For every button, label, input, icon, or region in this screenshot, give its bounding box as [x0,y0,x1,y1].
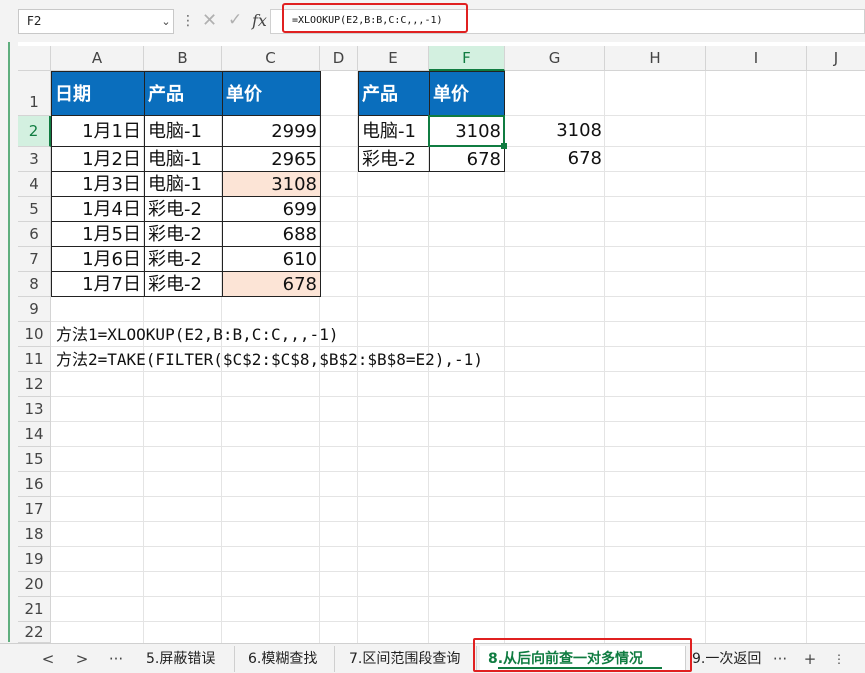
column-header-a[interactable]: A [51,46,144,71]
gridline [51,496,865,497]
column-header-j[interactable]: J [807,46,865,71]
gridline [51,471,865,472]
header-cell-price[interactable]: 单价 [222,71,321,116]
cell-g2[interactable]: 3108 [505,115,605,147]
row-header-13[interactable]: 13 [18,397,51,422]
column-header-e[interactable]: E [358,46,429,71]
prev-sheet-icon[interactable]: < [38,648,58,670]
cell-a4[interactable]: 1月3日 [51,171,145,197]
cell-c5[interactable]: 699 [222,196,321,222]
tab-menu-icon[interactable]: ⋮ [832,648,846,670]
name-box[interactable]: F2 [18,9,174,34]
active-cell-outline[interactable] [428,115,505,147]
row-header-10[interactable]: 10 [18,322,51,347]
cell-c3[interactable]: 2965 [222,146,321,172]
note-method-2[interactable]: 方法2=TAKE(FILTER($C$2:$C$8,$B$2:$B$8=E2),… [56,347,483,372]
gridline [51,621,865,622]
more-vertical-icon[interactable]: ⋮ [181,9,195,34]
cell-g3[interactable]: 678 [505,146,605,172]
cell-b4[interactable]: 电脑-1 [144,171,223,197]
gridline [51,596,865,597]
gridline [51,546,865,547]
select-all-corner[interactable] [18,46,51,71]
cell-a8[interactable]: 1月7日 [51,271,145,297]
row-header-16[interactable]: 16 [18,472,51,497]
next-sheet-icon[interactable]: > [72,648,92,670]
cell-b3[interactable]: 电脑-1 [144,146,223,172]
row-header-15[interactable]: 15 [18,447,51,472]
cell-a2[interactable]: 1月1日 [51,115,145,147]
cell-b5[interactable]: 彩电-2 [144,196,223,222]
header-cell-f1[interactable]: 单价 [429,71,505,116]
left-accent-line [8,42,10,642]
row-header-3[interactable]: 3 [18,147,51,172]
cell-c8-highlighted[interactable]: 678 [222,271,321,297]
row-header-5[interactable]: 5 [18,197,51,222]
cell-c4-highlighted[interactable]: 3108 [222,171,321,197]
cell-c7[interactable]: 610 [222,246,321,272]
row-header-17[interactable]: 17 [18,497,51,522]
row-header-18[interactable]: 18 [18,522,51,547]
fill-handle[interactable] [501,143,507,149]
cancel-icon[interactable]: ✕ [202,8,220,33]
header-cell-date[interactable]: 日期 [51,71,145,116]
cell-f3[interactable]: 678 [429,146,505,172]
row-header-2[interactable]: 2 [18,116,51,147]
row-header-8[interactable]: 8 [18,272,51,297]
row-header-20[interactable]: 20 [18,572,51,597]
row-header-22[interactable]: 22 [18,622,51,643]
column-header-h[interactable]: H [605,46,706,71]
chevron-down-icon[interactable]: ⌄ [158,9,174,34]
row-header-19[interactable]: 19 [18,547,51,572]
more-sheets-right-icon[interactable]: ··· [768,648,792,670]
cell-c2[interactable]: 2999 [222,115,321,147]
cell-b2[interactable]: 电脑-1 [144,115,223,147]
cell-a6[interactable]: 1月5日 [51,221,145,247]
cell-c6[interactable]: 688 [222,221,321,247]
gridline [51,396,865,397]
formula-highlight-box [282,3,468,33]
column-header-b[interactable]: B [144,46,222,71]
row-header-14[interactable]: 14 [18,422,51,447]
note-method-1[interactable]: 方法1=XLOOKUP(E2,B:B,C:C,,,-1) [56,322,338,347]
insert-function-icon[interactable]: fx [252,8,272,33]
column-header-g[interactable]: G [505,46,605,71]
row-header-9[interactable]: 9 [18,297,51,322]
column-header-d[interactable]: D [320,46,358,71]
sheet-tab-7[interactable]: 7.区间范围段查询 [341,646,477,672]
cell-e2[interactable]: 电脑-1 [358,115,430,147]
cell-b7[interactable]: 彩电-2 [144,246,223,272]
cell-b6[interactable]: 彩电-2 [144,221,223,247]
gridline [51,446,865,447]
header-cell-e1[interactable]: 产品 [358,71,430,116]
column-header-c[interactable]: C [222,46,320,71]
enter-check-icon[interactable]: ✓ [228,8,246,33]
row-header-4[interactable]: 4 [18,172,51,197]
gridline [806,71,807,643]
gridline [51,571,865,572]
sheet-tab-9[interactable]: 9.一次返回 [684,646,768,672]
gridline [51,421,865,422]
cell-e3[interactable]: 彩电-2 [358,146,430,172]
tab-highlight-box [473,638,692,672]
cell-a3[interactable]: 1月2日 [51,146,145,172]
header-cell-product[interactable]: 产品 [144,71,223,116]
row-header-11[interactable]: 11 [18,347,51,372]
cell-a7[interactable]: 1月6日 [51,246,145,272]
row-header-12[interactable]: 12 [18,372,51,397]
row-header-21[interactable]: 21 [18,597,51,622]
cell-a5[interactable]: 1月4日 [51,196,145,222]
column-header-f[interactable]: F [429,46,505,71]
cell-b8[interactable]: 彩电-2 [144,271,223,297]
sheet-tab-5[interactable]: 5.屏蔽错误 [138,646,235,672]
add-sheet-icon[interactable]: + [800,648,820,670]
more-sheets-left-icon[interactable]: ··· [104,648,128,670]
gridline [51,521,865,522]
sheet-tab-6[interactable]: 6.模糊查找 [240,646,335,672]
gridline [705,71,706,643]
row-header-1[interactable]: 1 [18,71,51,116]
row-header-7[interactable]: 7 [18,247,51,272]
column-header-i[interactable]: I [706,46,807,71]
row-header-6[interactable]: 6 [18,222,51,247]
